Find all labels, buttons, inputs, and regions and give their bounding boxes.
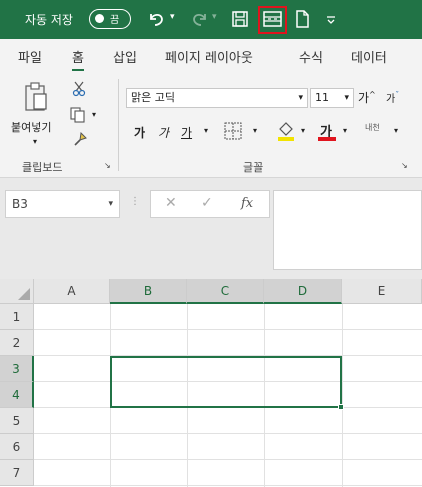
column-header-d[interactable]: D: [264, 279, 342, 304]
font-name-dropdown-icon: ▾: [298, 93, 303, 103]
enter-entry-icon[interactable]: ✓: [201, 195, 213, 211]
clipboard-paste-icon: [24, 81, 48, 116]
paste-dropdown-icon: ▾: [33, 137, 38, 146]
row-header-6[interactable]: 6: [0, 434, 34, 460]
formula-bar-grip-icon[interactable]: ⋮: [130, 196, 140, 207]
clipboard-group-label: 클립보드: [22, 161, 63, 174]
paste-button[interactable]: 붙여넣기 ▾: [8, 79, 64, 149]
font-color-button[interactable]: 가: [318, 120, 336, 142]
formula-buttons: ✕ ✓ fx: [150, 190, 270, 218]
gridline: [34, 433, 422, 434]
font-size-select[interactable]: 11 ▾: [310, 88, 354, 108]
autosave-label: 자동 저장: [25, 13, 73, 27]
row-header-7[interactable]: 7: [0, 460, 34, 486]
row-header-3[interactable]: 3: [0, 356, 34, 382]
gridline: [34, 459, 422, 460]
underline-dropdown-icon[interactable]: ▾: [204, 126, 208, 135]
font-name-select[interactable]: 맑은 고딕 ▾: [126, 88, 308, 108]
fill-color-dropdown-icon[interactable]: ▾: [301, 126, 305, 135]
column-header-b[interactable]: B: [110, 279, 187, 304]
customize-toolbar-icon[interactable]: [325, 8, 337, 30]
undo-icon[interactable]: [146, 8, 166, 30]
formula-bar: B3 ▾ ⋮ ✕ ✓ fx: [0, 178, 422, 276]
row-header-4[interactable]: 4: [0, 382, 34, 408]
font-size-value: 11: [315, 91, 329, 104]
formula-input[interactable]: [273, 190, 422, 270]
italic-button[interactable]: 가: [158, 124, 169, 141]
font-launcher-icon[interactable]: ↘: [401, 161, 408, 170]
toggle-state-label: 끔: [110, 15, 120, 26]
autosave-toggle[interactable]: 끔: [89, 9, 131, 29]
underline-button[interactable]: 가: [181, 124, 192, 141]
save-icon[interactable]: [231, 8, 249, 30]
phonetic-guide-button[interactable]: 내천: [365, 122, 380, 133]
shrink-font-button[interactable]: 가ˇ: [386, 90, 399, 105]
gridline: [34, 329, 422, 330]
row-header-2[interactable]: 2: [0, 330, 34, 356]
gridline: [34, 485, 422, 486]
tab-insert[interactable]: 삽입: [113, 47, 137, 66]
name-box-value: B3: [12, 197, 28, 211]
tab-page-layout[interactable]: 페이지 레이아웃: [165, 47, 253, 66]
grow-font-label: 가: [358, 91, 370, 105]
font-color-dropdown-icon[interactable]: ▾: [343, 126, 347, 135]
grow-font-button[interactable]: 가^: [358, 89, 376, 106]
tab-home[interactable]: 홈: [72, 47, 84, 71]
fill-handle[interactable]: [338, 404, 344, 410]
shrink-font-label: 가: [386, 94, 396, 105]
font-name-value: 맑은 고딕: [131, 91, 175, 104]
tab-formulas[interactable]: 수식: [299, 47, 323, 66]
border-icon[interactable]: [223, 121, 243, 144]
row-header-5[interactable]: 5: [0, 408, 34, 434]
copy-icon[interactable]: [70, 107, 86, 126]
worksheet-grid: A B C D E 1 2 3 4 5 6 7: [0, 279, 422, 487]
bold-button[interactable]: 가: [134, 124, 145, 141]
name-box[interactable]: B3 ▾: [5, 190, 120, 218]
name-box-dropdown-icon: ▾: [108, 199, 113, 209]
fill-color-icon[interactable]: [276, 120, 296, 145]
toggle-knob: [95, 14, 104, 23]
select-all-button[interactable]: [0, 279, 34, 304]
tab-data[interactable]: 데이터: [351, 47, 387, 66]
font-size-dropdown-icon: ▾: [344, 93, 349, 103]
new-document-icon[interactable]: [294, 8, 310, 30]
title-bar: 자동 저장 끔 ▾ ▾: [0, 0, 422, 39]
highlight-box: [258, 6, 287, 34]
column-header-e[interactable]: E: [342, 279, 422, 304]
cut-icon[interactable]: [72, 81, 86, 100]
cancel-entry-icon[interactable]: ✕: [165, 195, 177, 211]
paste-label: 붙여넣기: [11, 121, 52, 134]
undo-dropdown-icon[interactable]: ▾: [170, 12, 175, 22]
insert-function-icon[interactable]: fx: [241, 196, 253, 211]
gridline: [342, 304, 343, 487]
format-painter-icon[interactable]: [72, 131, 88, 150]
ribbon-tabs: 파일 홈 삽입 페이지 레이아웃 수식 데이터: [0, 39, 422, 73]
ribbon-separator: [118, 79, 119, 171]
tab-file[interactable]: 파일: [18, 47, 42, 66]
column-header-c[interactable]: C: [187, 279, 264, 304]
redo-icon[interactable]: [190, 8, 210, 30]
phonetic-dropdown-icon[interactable]: ▾: [394, 126, 398, 135]
copy-dropdown-icon[interactable]: ▾: [92, 110, 96, 119]
row-header-1[interactable]: 1: [0, 304, 34, 330]
font-group-label: 글꼴: [243, 161, 264, 174]
cell-selection-range[interactable]: [110, 356, 342, 408]
font-color-swatch: [318, 137, 336, 141]
ribbon: 붙여넣기 ▾ ▾ 클립보드 ↘ 맑은 고딕 ▾ 11 ▾ 가^ 가ˇ 가 가 가…: [0, 73, 422, 178]
column-header-a[interactable]: A: [34, 279, 110, 304]
border-dropdown-icon[interactable]: ▾: [253, 126, 257, 135]
redo-dropdown-icon[interactable]: ▾: [212, 12, 217, 22]
clipboard-launcher-icon[interactable]: ↘: [104, 161, 111, 170]
